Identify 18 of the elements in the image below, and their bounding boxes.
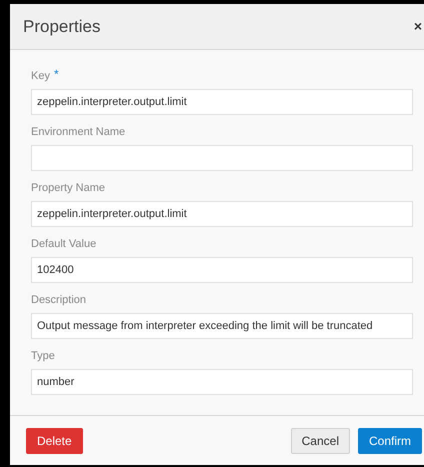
field-label: Default Value — [31, 237, 96, 252]
field-label: Key — [31, 69, 50, 84]
input-field[interactable]: zeppelin.interpreter.output.limit — [31, 89, 413, 115]
dialog-title: Properties — [23, 16, 100, 38]
delete-button[interactable]: Delete — [26, 428, 83, 454]
field-label: Property Name — [31, 181, 105, 196]
input-field[interactable]: number — [31, 369, 413, 395]
field-label: Type — [31, 349, 55, 364]
field-label: Environment Name — [31, 125, 126, 140]
field-label: Description — [31, 293, 86, 308]
input-field[interactable]: zeppelin.interpreter.output.limit — [31, 201, 413, 227]
confirm-button[interactable]: Confirm — [358, 428, 422, 454]
input-field[interactable] — [31, 145, 413, 171]
input-field[interactable]: 102400 — [31, 257, 413, 283]
input-field[interactable]: Output message from interpreter exceeding the limit will be truncated — [31, 313, 413, 339]
close-button[interactable]: × — [414, 16, 422, 37]
required-mark: * — [54, 68, 59, 80]
cancel-button[interactable]: Cancel — [290, 428, 350, 454]
